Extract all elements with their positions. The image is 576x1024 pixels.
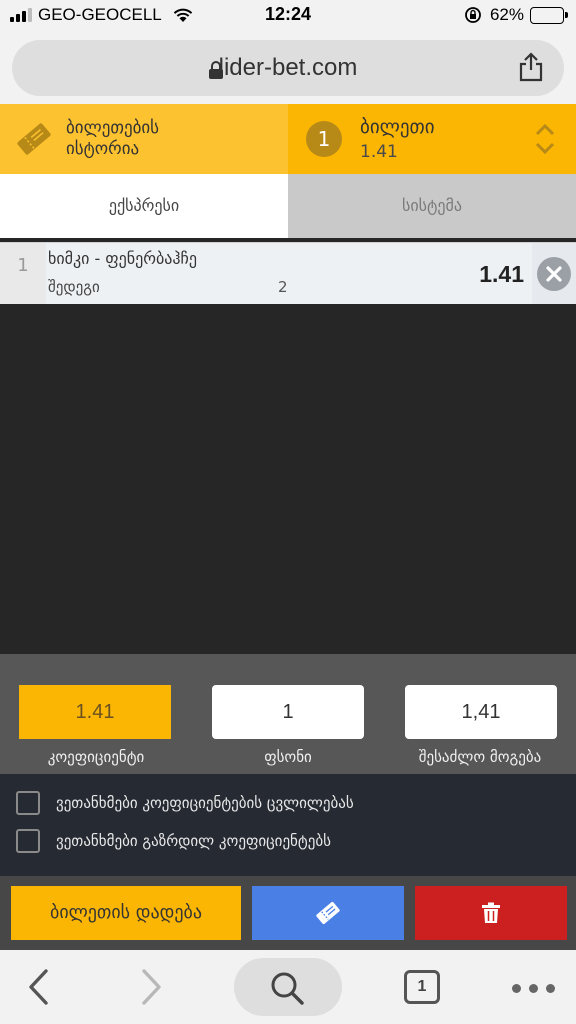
betslip-header: ბილეთების ისტორია 1 ბილეთი 1.41: [0, 104, 576, 174]
possible-win-display: 1,41: [405, 685, 557, 739]
orientation-lock-icon: [465, 7, 481, 23]
ticket-history-button[interactable]: ბილეთების ისტორია: [0, 104, 288, 174]
more-options-icon[interactable]: [512, 984, 555, 993]
share-icon[interactable]: [518, 52, 544, 82]
clear-betslip-button[interactable]: [415, 886, 567, 940]
url-text: lider-bet.com: [218, 54, 358, 81]
bet-index: 1: [0, 243, 46, 304]
match-name: ხიმკი - ფენერბაჰჩე: [48, 249, 197, 268]
tab-system[interactable]: სისტემა: [288, 174, 576, 238]
browser-address-area: lider-bet.com: [0, 32, 576, 104]
battery-percent: 62%: [489, 5, 524, 24]
tabs-button[interactable]: 1: [404, 970, 440, 1004]
ticket-icon: [316, 901, 340, 925]
collapse-expand-icon[interactable]: [534, 121, 556, 157]
accept-odds-changes-label: ვეთანხმები კოეფიციენტების ცვლილებას: [56, 794, 354, 812]
possible-win-label: შესაძლო მოგება: [418, 748, 542, 766]
accept-odds-changes-option[interactable]: ვეთანხმები კოეფიციენტების ცვლილებას: [16, 791, 354, 815]
accept-increased-odds-checkbox[interactable]: [16, 829, 40, 853]
share-ticket-button[interactable]: [252, 886, 404, 940]
bet-options: ვეთანხმები კოეფიციენტების ცვლილებას ვეთა…: [0, 774, 576, 876]
coefficient-display: 1.41: [19, 685, 171, 739]
betslip-title: ბილეთი: [360, 116, 435, 138]
market-name: შედეგი: [48, 278, 100, 296]
search-icon: [271, 972, 304, 1005]
address-bar[interactable]: lider-bet.com: [12, 40, 564, 96]
place-bet-button[interactable]: ბილეთის დადება: [11, 886, 241, 940]
tab-express[interactable]: ექსპრესი: [0, 174, 288, 238]
ticket-history-label: ბილეთების ისტორია: [66, 118, 160, 159]
ticket-icon: [17, 123, 51, 155]
stake-label: ფსონი: [264, 748, 312, 766]
search-button[interactable]: [234, 958, 342, 1016]
bet-odds: 1.41: [479, 261, 524, 287]
betslip-count-badge: 1: [306, 121, 342, 157]
status-bar: GEO-GEOCELL 12:24 62%: [0, 0, 576, 32]
coefficient-label: კოეფიციენტი: [47, 748, 145, 766]
accept-odds-changes-checkbox[interactable]: [16, 791, 40, 815]
browser-toolbar: 1: [0, 950, 576, 1024]
remove-bet-icon[interactable]: [537, 257, 571, 291]
stake-input[interactable]: 1: [212, 685, 364, 739]
action-bar: ბილეთის დადება: [0, 876, 576, 950]
back-icon[interactable]: [24, 968, 54, 1006]
bet-details: ხიმკი - ფენერბაჰჩე შედეგი 2 1.41: [46, 243, 532, 304]
battery-icon: [530, 6, 568, 24]
accept-increased-odds-option[interactable]: ვეთანხმები გაზრდილ კოეფიციენტებს: [16, 829, 331, 853]
trash-icon: [482, 902, 500, 923]
stake-panel: 1.41 1 1,41 კოეფიციენტი ფსონი შესაძლო მო…: [0, 654, 576, 774]
forward-icon[interactable]: [136, 968, 166, 1006]
bet-item: 1 ხიმკი - ფენერბაჰჩე შედეგი 2 1.41: [0, 242, 576, 304]
betslip-total-odds: 1.41: [360, 142, 398, 162]
empty-area: [0, 304, 576, 654]
selected-outcome: 2: [278, 278, 288, 296]
accept-increased-odds-label: ვეთანხმები გაზრდილ კოეფიციენტებს: [56, 832, 331, 850]
bet-type-tabs: ექსპრესი სისტემა: [0, 174, 576, 238]
betslip-summary[interactable]: 1 ბილეთი 1.41: [288, 104, 576, 174]
